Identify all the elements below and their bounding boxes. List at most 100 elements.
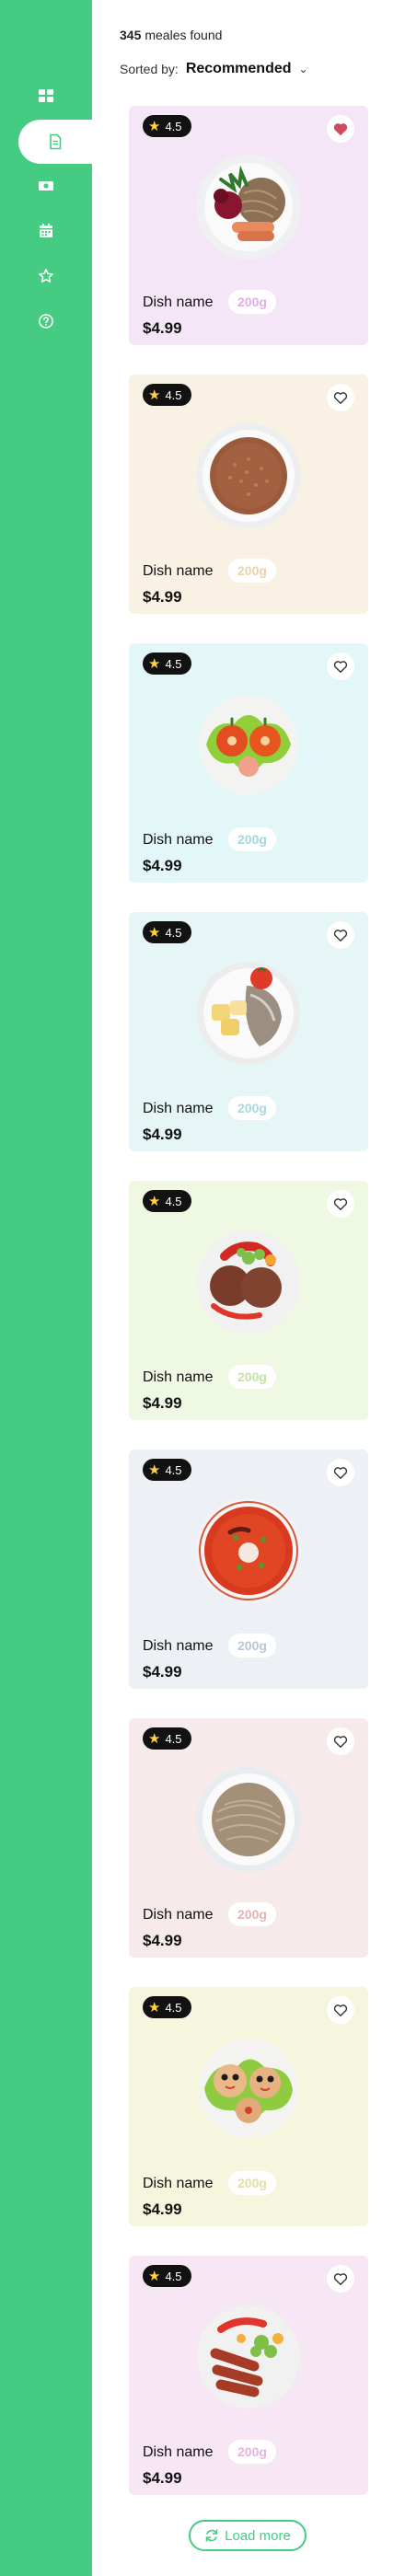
favorite-button[interactable]	[327, 1996, 354, 2024]
favorite-button[interactable]	[327, 921, 354, 949]
dish-card[interactable]: ★ 4.5 Dish name 200g $4.99	[129, 912, 368, 1151]
weight-badge: 200g	[228, 559, 276, 583]
rating-value: 4.5	[165, 1194, 182, 1208]
nav-dashboard[interactable]	[0, 74, 92, 118]
heart-icon	[333, 2273, 348, 2285]
dish-image	[197, 1230, 300, 1334]
star-icon: ★	[148, 1193, 161, 1209]
nav-menu[interactable]	[18, 120, 92, 164]
rating-badge: ★ 4.5	[143, 1727, 191, 1750]
rating-value: 4.5	[165, 2269, 182, 2283]
rating-badge: ★ 4.5	[143, 921, 191, 943]
star-icon: ★	[148, 924, 161, 941]
dish-card[interactable]: ★ 4.5 Dish name 200g $4.99	[129, 1181, 368, 1420]
results-count: 345 meales found	[120, 28, 222, 42]
dish-image	[197, 962, 300, 1065]
dish-card[interactable]: ★ 4.5 Dish name 200g $4.99	[129, 106, 368, 345]
help-icon	[39, 314, 53, 329]
dish-price: $4.99	[143, 2201, 182, 2218]
favorite-button[interactable]	[327, 1459, 354, 1486]
dish-price: $4.99	[143, 1932, 182, 1949]
star-icon: ★	[148, 118, 161, 134]
results-label: meales found	[145, 28, 223, 42]
favorite-button[interactable]	[327, 1190, 354, 1218]
heart-icon	[333, 392, 348, 404]
rating-badge: ★ 4.5	[143, 115, 191, 137]
heart-icon	[333, 123, 348, 135]
rating-badge: ★ 4.5	[143, 1459, 191, 1481]
rating-value: 4.5	[165, 119, 182, 133]
sort-value: Recommended	[185, 61, 292, 76]
dish-image	[196, 1498, 301, 1603]
refresh-icon	[205, 2529, 218, 2542]
dish-price: $4.99	[143, 1394, 182, 1412]
star-icon: ★	[148, 1461, 161, 1478]
nav-help[interactable]	[0, 299, 92, 343]
dish-card[interactable]: ★ 4.5 Dish name 200g $4.99	[129, 375, 368, 614]
dish-image	[196, 1767, 301, 1872]
star-icon: ★	[148, 1730, 161, 1747]
heart-icon	[333, 2004, 348, 2016]
sort-dropdown[interactable]: Sorted by: Recommended ⌄	[120, 61, 308, 77]
dish-price: $4.99	[143, 2469, 182, 2487]
dish-name: Dish name	[143, 1638, 214, 1654]
calendar-icon	[40, 224, 52, 237]
dish-card[interactable]: ★ 4.5 Dish name 200g $4.99	[129, 2256, 368, 2495]
heart-icon	[333, 1198, 348, 1210]
dish-image	[199, 2039, 298, 2138]
rating-value: 4.5	[165, 1462, 182, 1477]
dish-image	[196, 423, 301, 528]
star-icon: ★	[148, 387, 161, 403]
star-icon: ★	[148, 1999, 161, 2016]
favorite-button[interactable]	[327, 384, 354, 411]
rating-badge: ★ 4.5	[143, 1190, 191, 1212]
dish-image	[196, 155, 301, 260]
rating-badge: ★ 4.5	[143, 1996, 191, 2018]
heart-icon	[333, 1467, 348, 1479]
favorite-button[interactable]	[327, 1727, 354, 1755]
weight-badge: 200g	[228, 1902, 276, 1926]
rating-value: 4.5	[165, 2000, 182, 2015]
rating-badge: ★ 4.5	[143, 653, 191, 675]
main-content: 345 meales found Sorted by: Recommended ⌄…	[92, 0, 405, 2576]
results-number: 345	[120, 28, 142, 42]
dish-card[interactable]: ★ 4.5 Dish name 200g $4.99	[129, 1987, 368, 2226]
dish-card[interactable]: ★ 4.5 Dish name 200g $4.99	[129, 1450, 368, 1689]
heart-icon	[333, 930, 348, 941]
dish-name: Dish name	[143, 1101, 214, 1116]
dish-image	[199, 695, 298, 794]
nav-calendar[interactable]	[0, 209, 92, 253]
dish-price: $4.99	[143, 588, 182, 606]
rating-value: 4.5	[165, 925, 182, 940]
star-icon: ★	[148, 2268, 161, 2284]
weight-badge: 200g	[228, 827, 276, 851]
rating-value: 4.5	[165, 656, 182, 671]
heart-icon	[333, 1736, 348, 1748]
load-more-button[interactable]: Load more	[189, 2520, 307, 2551]
dish-price: $4.99	[143, 857, 182, 874]
weight-badge: 200g	[228, 2440, 276, 2464]
nav-payments[interactable]	[0, 164, 92, 208]
sidebar	[0, 0, 92, 2576]
grid-icon	[39, 89, 53, 102]
dish-name: Dish name	[143, 2444, 214, 2460]
dish-name: Dish name	[143, 563, 214, 579]
star-icon	[39, 269, 53, 283]
weight-badge: 200g	[228, 290, 276, 314]
chevron-down-icon: ⌄	[298, 63, 308, 75]
dish-name: Dish name	[143, 832, 214, 848]
nav-favorites[interactable]	[0, 254, 92, 298]
dish-name: Dish name	[143, 295, 214, 310]
favorite-button[interactable]	[327, 115, 354, 143]
rating-value: 4.5	[165, 387, 182, 402]
dish-price: $4.99	[143, 319, 182, 337]
favorite-button[interactable]	[327, 2265, 354, 2293]
weight-badge: 200g	[228, 1096, 276, 1120]
dish-price: $4.99	[143, 1663, 182, 1681]
document-icon	[50, 133, 62, 150]
heart-icon	[333, 661, 348, 673]
dish-card[interactable]: ★ 4.5 Dish name 200g $4.99	[129, 643, 368, 883]
dish-price: $4.99	[143, 1126, 182, 1143]
dish-card[interactable]: ★ 4.5 Dish name 200g $4.99	[129, 1718, 368, 1958]
favorite-button[interactable]	[327, 653, 354, 680]
